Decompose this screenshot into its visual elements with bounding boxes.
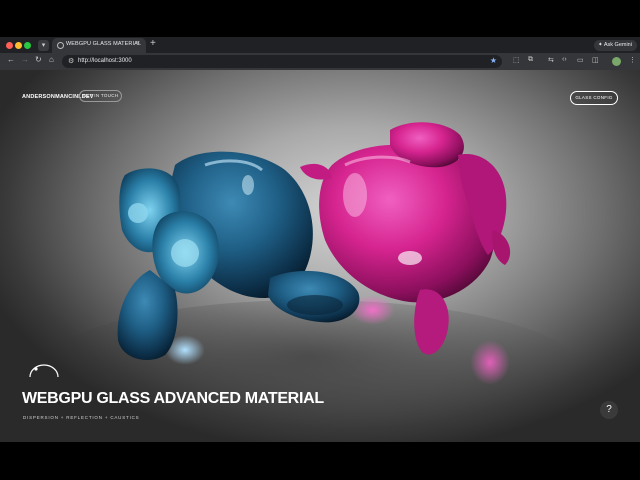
site-info-icon[interactable]: ⚙	[68, 57, 74, 65]
page-title: WEBGPU GLASS ADVANCED MATERIAL	[22, 390, 324, 407]
cast-icon[interactable]: ▭	[577, 56, 584, 64]
tab-active[interactable]: WEBGPU GLASS MATERIAL ×	[52, 38, 146, 53]
loader-arc-icon	[29, 364, 59, 378]
devtools-icon[interactable]: ‹›	[562, 56, 567, 63]
tab-search-chevron-icon[interactable]: ▾	[38, 40, 49, 51]
reload-icon[interactable]: ↻	[35, 55, 42, 64]
window-close-button[interactable]	[6, 42, 13, 49]
tab-favicon-icon	[57, 42, 64, 49]
tab-strip: ▾ WEBGPU GLASS MATERIAL × + ✦ Ask Gemini	[0, 37, 640, 53]
menu-dots-icon[interactable]: ⋮	[629, 56, 636, 64]
page-subtitle: DISPERSION + REFLECTION + CAUSTICS	[23, 415, 140, 420]
extensions-icon[interactable]: ⧉	[528, 56, 533, 64]
browser-chrome: ▾ WEBGPU GLASS MATERIAL × + ✦ Ask Gemini…	[0, 37, 640, 70]
webgl-canvas[interactable]: ANDERSONMANCINI.DEV GET IN TOUCH GLASS C…	[0, 70, 640, 442]
toolbar: ← → ↻ ⌂ ⚙ http://localhost:3000 ★ ⬚ ⧉ ⇆ …	[0, 53, 640, 70]
home-icon[interactable]: ⌂	[49, 55, 54, 64]
address-url: http://localhost:3000	[78, 58, 132, 64]
tab-close-icon[interactable]: ×	[136, 40, 140, 47]
glass-monkeys-scene	[117, 122, 511, 360]
sidepanel-icon[interactable]: ◫	[592, 56, 599, 64]
address-bar[interactable]: ⚙ http://localhost:3000 ★	[62, 55, 502, 68]
tab-title: WEBGPU GLASS MATERIAL	[66, 41, 142, 47]
get-in-touch-button[interactable]: GET IN TOUCH	[79, 90, 122, 102]
lens-icon[interactable]: ⬚	[513, 56, 520, 64]
back-arrow-icon[interactable]: ←	[7, 55, 15, 64]
help-button[interactable]: ?	[600, 401, 618, 419]
window-zoom-button[interactable]	[24, 42, 31, 49]
glass-config-button[interactable]: GLASS CONFIG	[570, 91, 618, 105]
window-minimize-button[interactable]	[15, 42, 22, 49]
ask-gemini-label: Ask Gemini	[603, 42, 632, 48]
forward-arrow-icon[interactable]: →	[21, 55, 29, 64]
profile-avatar-icon[interactable]	[612, 57, 621, 66]
new-tab-button[interactable]: +	[150, 38, 156, 49]
bookmark-star-icon[interactable]: ★	[490, 56, 497, 65]
ask-gemini-button[interactable]: ✦ Ask Gemini	[594, 40, 637, 51]
translate-icon[interactable]: ⇆	[548, 56, 554, 64]
